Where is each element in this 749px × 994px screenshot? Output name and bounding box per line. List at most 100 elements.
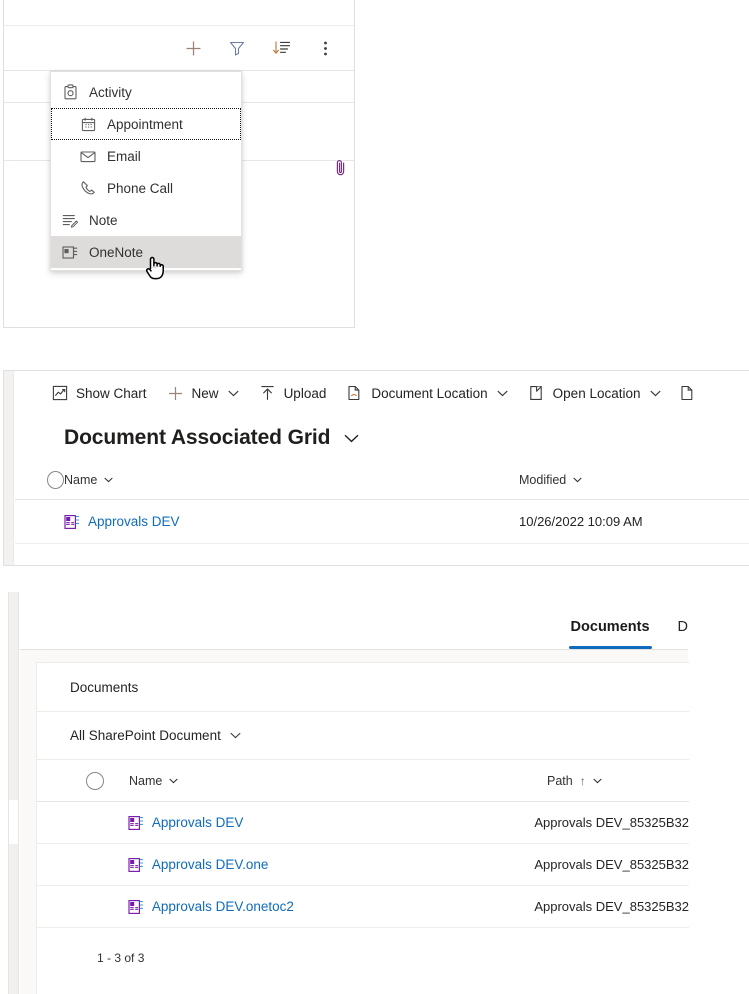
document-location-icon [346, 385, 363, 402]
file-name-label: Approvals DEV.onetoc2 [151, 899, 294, 914]
column-header-modified[interactable]: Modified [519, 473, 582, 487]
column-header-label: Modified [519, 473, 567, 487]
chevron-down-icon[interactable] [227, 390, 239, 397]
menu-item-label: Phone Call [107, 180, 174, 196]
sharepoint-view-selector[interactable]: All SharePoint Document [37, 712, 689, 760]
file-name-label: Approvals DEV.one [151, 857, 269, 872]
panel-two-left-rail [4, 371, 14, 565]
add-icon [167, 385, 184, 402]
documents-body: Documents All SharePoint Document Name P… [20, 650, 689, 994]
grid-rows: Approvals DEV 10/26/2022 10:09 AM [15, 500, 749, 565]
onenote-file-icon [128, 899, 144, 915]
table-row[interactable]: Approvals DEV.onetoc2 Approvals DEV_8532… [37, 886, 689, 928]
table-row[interactable]: Approvals DEV 10/26/2022 10:09 AM [15, 500, 749, 544]
path-cell: Approvals DEV_85325B32 [534, 899, 689, 914]
menu-item-appointment[interactable]: Appointment [51, 108, 241, 140]
table-row[interactable]: Approvals DEV Approvals DEV_85325B32 [37, 802, 689, 844]
onenote-file-icon [128, 857, 144, 873]
menu-item-email[interactable]: Email [51, 140, 241, 172]
menu-item-label: OneNote [89, 244, 144, 260]
show-chart-icon [51, 385, 68, 402]
tab-label: D [677, 619, 688, 635]
select-all-checkbox[interactable] [15, 471, 64, 489]
chevron-down-icon[interactable] [497, 390, 508, 397]
menu-item-label: Note [89, 212, 118, 228]
show-chart-button[interactable]: Show Chart [41, 373, 157, 413]
mail-icon [79, 147, 97, 165]
view-selector[interactable]: Document Associated Grid [15, 415, 749, 461]
document-icon [679, 385, 696, 402]
table-row[interactable]: Approvals DEV.one Approvals DEV_85325B32 [37, 844, 689, 886]
new-button[interactable]: New [157, 373, 249, 413]
document-location-label: Document Location [371, 385, 488, 401]
column-header-name[interactable]: Name [129, 774, 547, 788]
document-location-button[interactable]: Document Location [336, 373, 517, 413]
chevron-down-icon[interactable] [573, 477, 582, 483]
path-cell: Approvals DEV_85325B32 [534, 815, 689, 830]
file-name-label: Approvals DEV [151, 815, 244, 830]
tab-strip: Documents D [20, 592, 688, 650]
note-icon [61, 211, 79, 229]
column-header-label: Path [547, 773, 573, 788]
chevron-down-icon[interactable] [649, 390, 661, 397]
add-icon[interactable] [178, 33, 208, 63]
circle-icon [86, 771, 104, 790]
sort-ascending-icon: ↑ [579, 773, 586, 788]
select-all-checkbox[interactable] [37, 771, 129, 790]
chevron-down-icon[interactable] [169, 778, 179, 784]
file-name-link[interactable]: Approvals DEV [64, 514, 519, 530]
menu-item-note[interactable]: Note [51, 204, 241, 236]
card-title: Documents [37, 663, 689, 712]
grid-header-row: Name Path ↑ [37, 760, 689, 802]
column-header-label: Name [129, 773, 163, 788]
scrollbar-thumb[interactable] [9, 800, 18, 844]
document-associated-grid-panel: Show Chart New Upload Document Location … [3, 370, 749, 566]
open-location-icon [528, 385, 545, 402]
document-grid-command-bar: Show Chart New Upload Document Location … [15, 371, 749, 415]
sort-icon[interactable] [266, 33, 296, 63]
tab-label: Documents [570, 619, 650, 635]
onenote-file-icon [128, 815, 144, 831]
more-vertical-icon[interactable] [310, 33, 340, 63]
menu-item-phone-call[interactable]: Phone Call [51, 172, 241, 204]
vertical-scrollbar[interactable] [8, 592, 19, 994]
menu-item-activity[interactable]: Activity [51, 76, 241, 108]
chevron-down-icon[interactable] [593, 778, 602, 784]
chevron-down-icon[interactable] [344, 434, 359, 443]
menu-item-label: Email [107, 148, 141, 164]
overflow-command-button[interactable] [671, 373, 696, 413]
file-name-link[interactable]: Approvals DEV [128, 815, 535, 831]
menu-item-label: Activity [89, 84, 132, 100]
upload-icon [259, 385, 276, 402]
tab-documents-overflow[interactable]: D [664, 619, 688, 649]
file-name-link[interactable]: Approvals DEV.one [128, 857, 535, 873]
file-name-link[interactable]: Approvals DEV.onetoc2 [128, 899, 535, 915]
file-name-label: Approvals DEV [88, 514, 180, 529]
pagination-status: 1 - 3 of 3 [97, 951, 145, 965]
screenshot-stage: Activity Appointment Email Phone Call No… [0, 0, 749, 994]
activity-icon [61, 83, 79, 101]
new-label: New [191, 385, 219, 401]
view-selector-label: All SharePoint Document [70, 728, 221, 743]
tab-documents[interactable]: Documents [557, 619, 664, 649]
column-header-path[interactable]: Path ↑ [547, 774, 602, 788]
show-chart-label: Show Chart [76, 385, 147, 401]
upload-label: Upload [283, 385, 327, 401]
column-header-name[interactable]: Name [64, 473, 519, 487]
activity-grid-panel: Activity Appointment Email Phone Call No… [3, 0, 355, 328]
documents-card: Documents All SharePoint Document Name P… [36, 662, 689, 994]
modified-date-cell: 10/26/2022 10:09 AM [519, 514, 643, 529]
new-activity-flyout-menu: Activity Appointment Email Phone Call No… [50, 71, 242, 271]
open-location-button[interactable]: Open Location [518, 373, 671, 413]
calendar-icon [79, 115, 97, 133]
phone-icon [79, 179, 97, 197]
documents-tab-panel: Documents D Documents All SharePoint Doc… [3, 592, 749, 994]
filter-icon[interactable] [222, 33, 252, 63]
onenote-icon [61, 243, 79, 261]
onenote-file-icon [64, 514, 80, 530]
chevron-down-icon[interactable] [230, 732, 241, 739]
column-header-label: Name [64, 473, 98, 487]
menu-item-onenote[interactable]: OneNote [51, 236, 241, 268]
chevron-down-icon[interactable] [104, 477, 114, 483]
upload-button[interactable]: Upload [249, 373, 337, 413]
